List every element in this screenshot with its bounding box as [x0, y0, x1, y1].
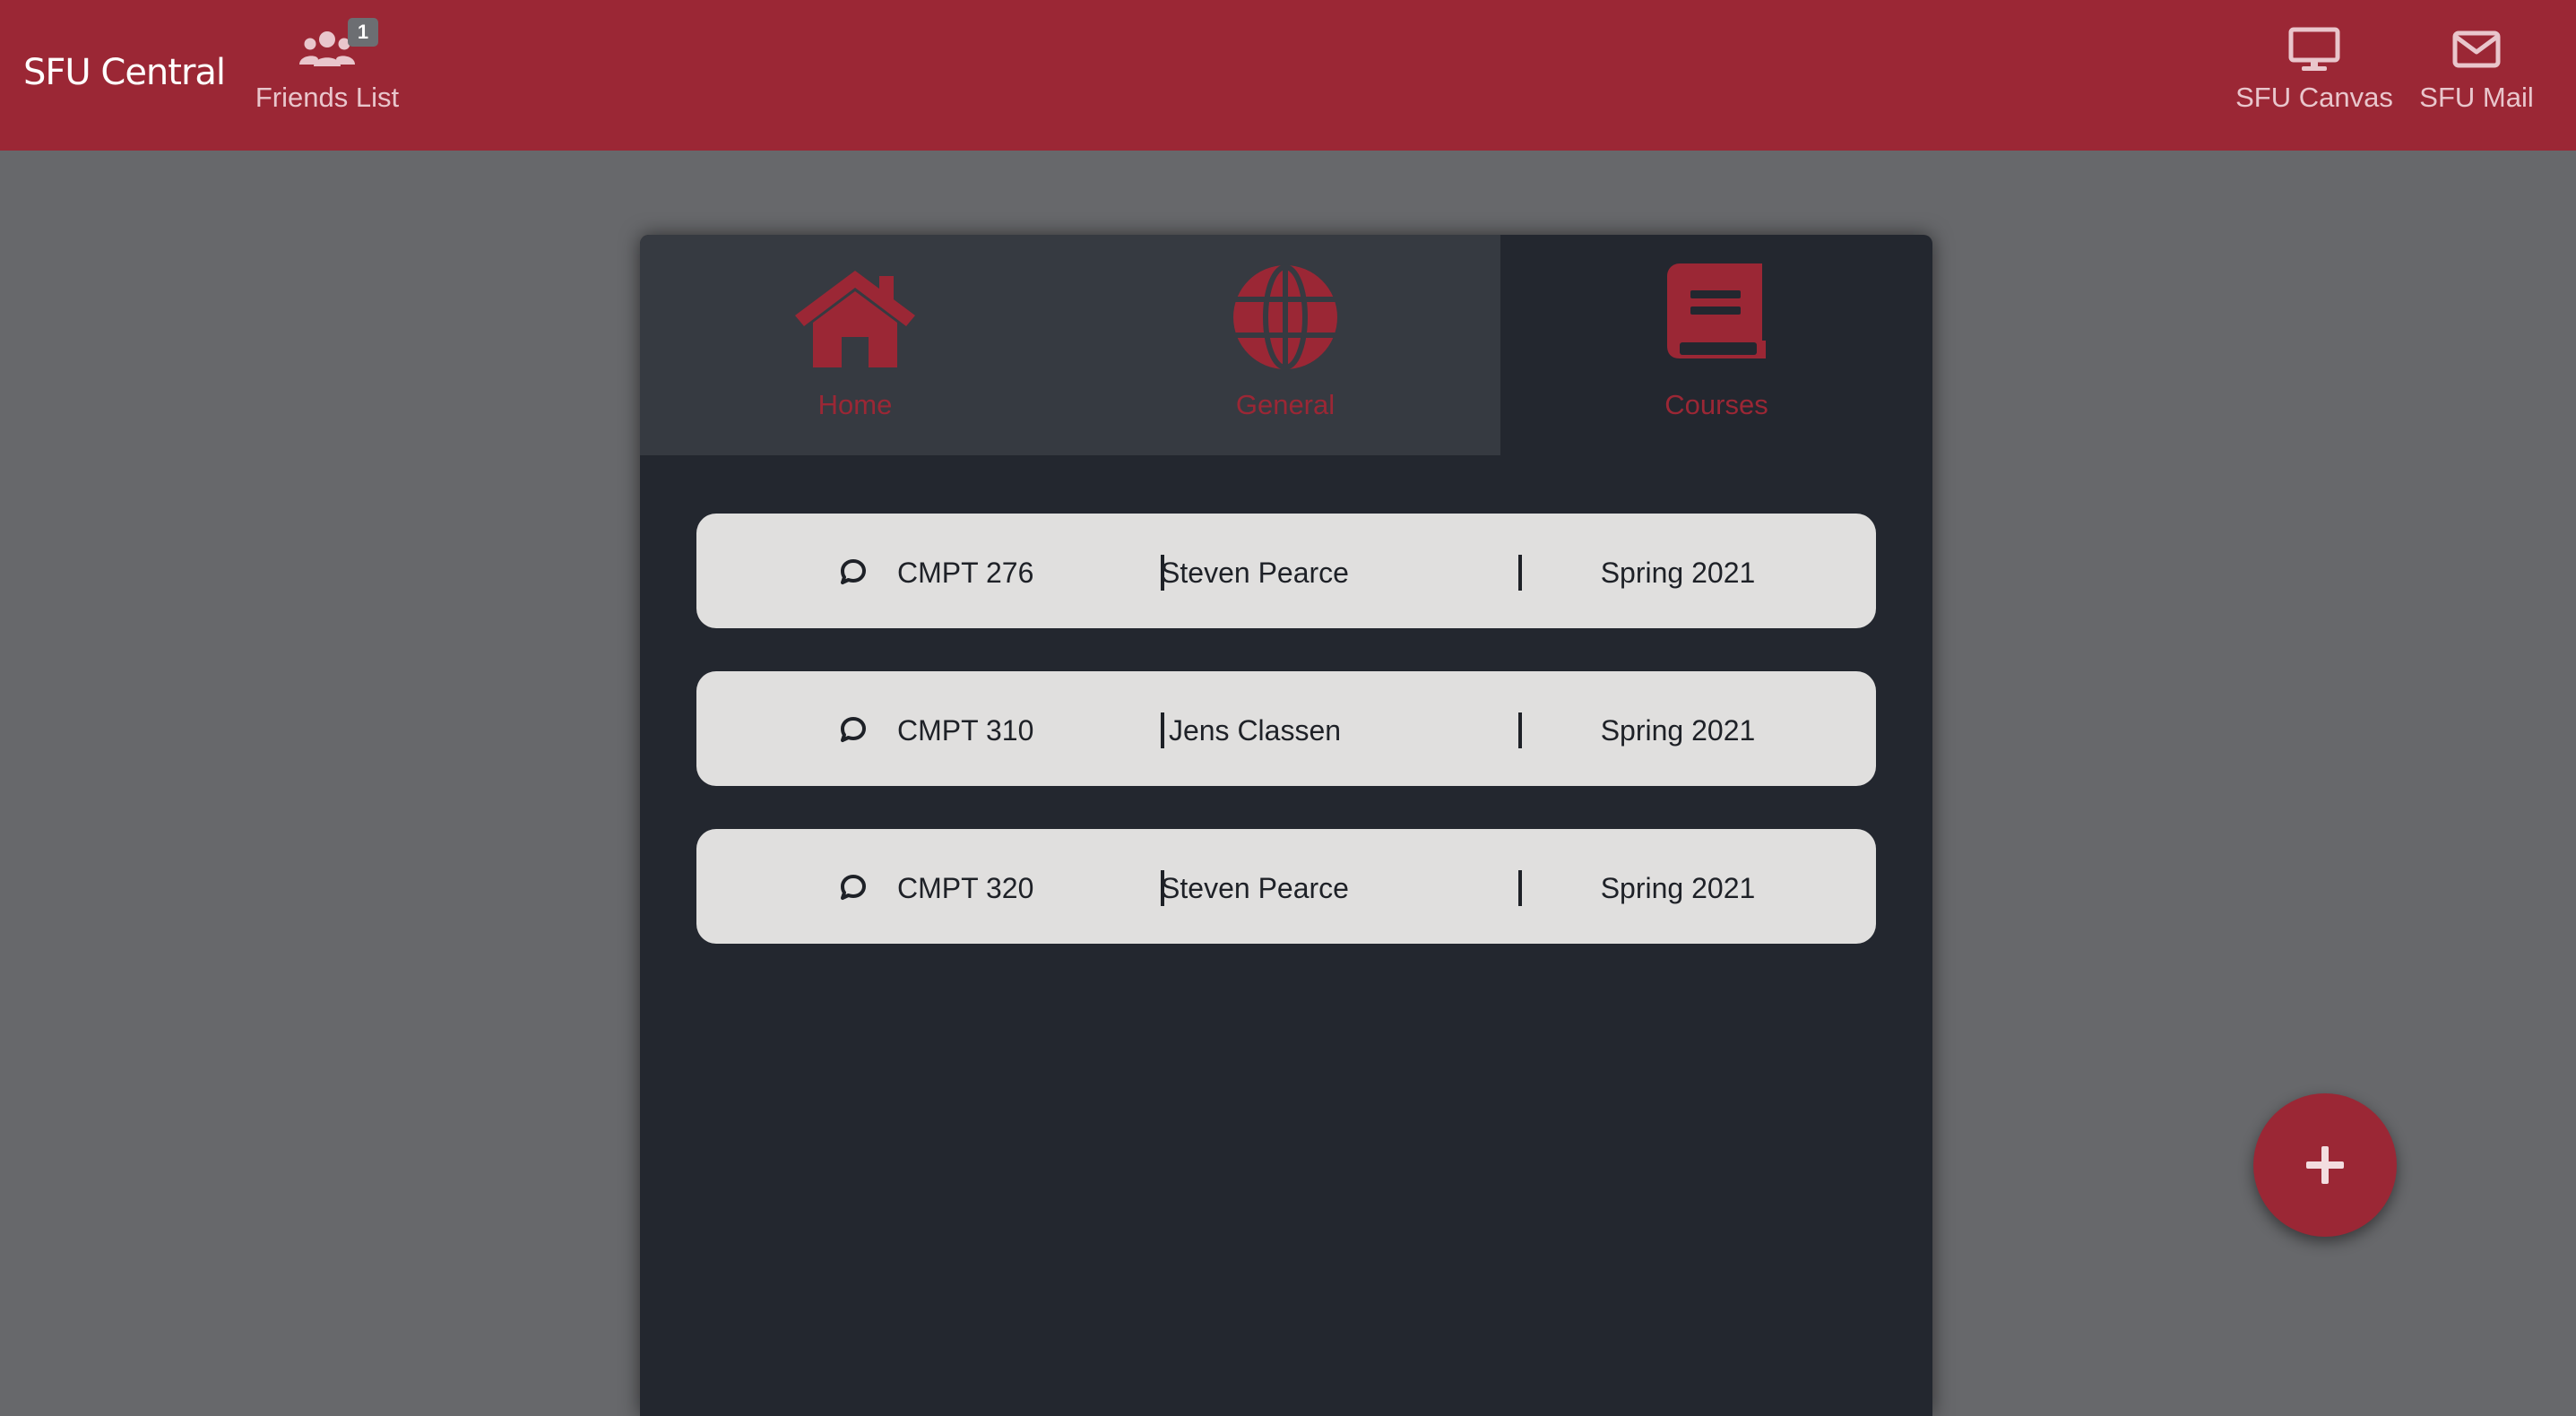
chat-icon: [841, 875, 866, 900]
course-row[interactable]: CMPT 320 Steven Pearce Spring 2021: [696, 829, 1876, 944]
tab-courses-label: Courses: [1664, 389, 1768, 420]
tab-home[interactable]: Home: [640, 235, 1070, 455]
course-instructor: Steven Pearce: [1161, 557, 1349, 589]
globe-icon: [1233, 264, 1337, 370]
sfu-mail-link[interactable]: SFU Mail: [2409, 22, 2544, 115]
course-instructor: Jens Classen: [1168, 714, 1342, 747]
tab-bar: Home General Courses: [640, 235, 1932, 455]
sfu-canvas-link[interactable]: SFU Canvas: [2234, 22, 2395, 115]
course-instructor: Steven Pearce: [1161, 872, 1349, 904]
course-term: Spring 2021: [1600, 714, 1756, 747]
course-row[interactable]: CMPT 276 Steven Pearce Spring 2021: [696, 514, 1876, 628]
plus-icon: [2306, 1146, 2344, 1184]
home-icon: [795, 271, 915, 367]
envelope-icon: [2451, 22, 2502, 73]
course-code: CMPT 320: [897, 872, 1034, 904]
tab-general[interactable]: General: [1070, 235, 1500, 455]
tab-home-label: Home: [817, 389, 893, 420]
course-row[interactable]: CMPT 310 Jens Classen Spring 2021: [696, 671, 1876, 786]
sfu-mail-label: SFU Mail: [2419, 82, 2534, 113]
course-term: Spring 2021: [1600, 557, 1756, 589]
chat-icon: [841, 559, 866, 584]
tab-courses[interactable]: Courses: [1500, 235, 1932, 455]
friends-notification-badge: 1: [348, 18, 378, 47]
users-icon: 1: [296, 18, 378, 73]
divider: [1518, 712, 1522, 748]
monitor-icon: [2287, 22, 2341, 73]
course-code: CMPT 310: [897, 714, 1034, 747]
book-icon: [1667, 263, 1766, 358]
divider: [1518, 870, 1522, 906]
course-code: CMPT 276: [897, 557, 1034, 589]
tab-general-label: General: [1235, 389, 1336, 420]
courses-panel: Home General Courses CMPT 276 Steven Pea…: [640, 235, 1932, 1416]
top-navbar: SFU Central 1 Friends List SFU Canvas SF…: [0, 0, 2576, 151]
app-brand[interactable]: SFU Central: [23, 50, 226, 95]
friends-list-label: Friends List: [255, 82, 400, 113]
course-term: Spring 2021: [1600, 872, 1756, 904]
sfu-canvas-label: SFU Canvas: [2235, 82, 2393, 113]
chat-icon: [841, 717, 866, 742]
add-course-button[interactable]: [2253, 1093, 2397, 1237]
friends-list-link[interactable]: 1 Friends List: [251, 18, 403, 115]
divider: [1518, 555, 1522, 591]
